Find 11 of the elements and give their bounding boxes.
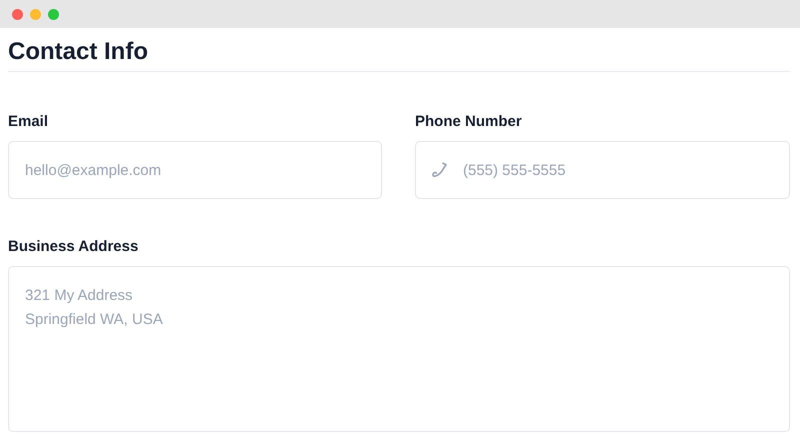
address-field[interactable]: 321 My Address Springfield WA, USA xyxy=(8,266,790,432)
field-label: Email xyxy=(8,112,48,132)
field-label: Phone Number xyxy=(415,112,522,132)
field-label: Business Address xyxy=(8,237,138,257)
section-heading: Contact Info xyxy=(8,37,149,67)
phone-field[interactable]: (555) 555-5555 xyxy=(415,141,790,199)
window-button[interactable] xyxy=(12,8,23,20)
window-button[interactable] xyxy=(30,8,41,20)
window-button[interactable] xyxy=(48,8,59,20)
email-field[interactable]: hello@example.com xyxy=(8,141,382,199)
phone-icon xyxy=(431,161,449,179)
